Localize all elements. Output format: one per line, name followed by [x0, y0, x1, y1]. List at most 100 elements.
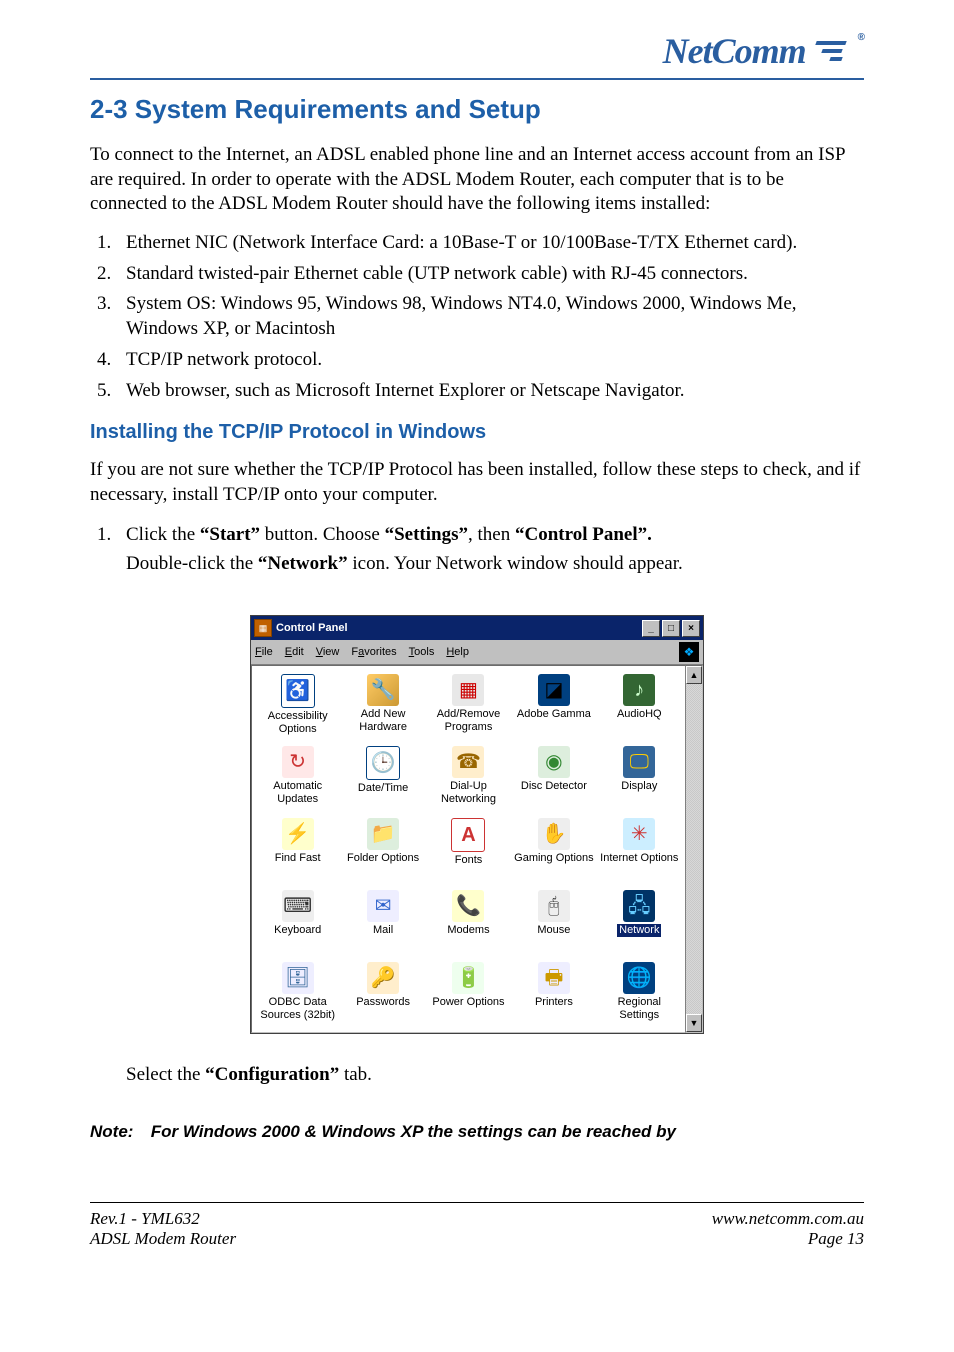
- cp-item-disc[interactable]: ◉Disc Detector: [512, 746, 595, 808]
- auto-icon: ↻: [282, 746, 314, 778]
- cp-item-pwd[interactable]: 🔑 Passwords: [341, 962, 424, 1024]
- vertical-scrollbar[interactable]: ▲ ▼: [685, 665, 703, 1033]
- brand-mark-icon: [812, 41, 852, 61]
- net-icon: 🖧: [623, 890, 655, 922]
- cp-item-odbc[interactable]: 🗄ODBC Data Sources (32bit): [256, 962, 339, 1024]
- cp-item-display[interactable]: 🖵Display: [598, 746, 681, 808]
- cp-item-gamma[interactable]: ◪Adobe Gamma: [512, 674, 595, 736]
- pwd-icon: 🔑: [367, 962, 399, 994]
- menu-view[interactable]: View: [316, 646, 340, 658]
- odbc-icon: 🗄: [282, 962, 314, 994]
- cp-item-label: Keyboard: [274, 924, 321, 937]
- cp-item-label: Adobe Gamma: [517, 708, 591, 721]
- close-button[interactable]: ×: [682, 620, 700, 637]
- modem-icon: 📞: [452, 890, 484, 922]
- cp-item-gaming[interactable]: ✋Gaming Options: [512, 818, 595, 880]
- cp-item-modem[interactable]: 📞 Modems: [427, 890, 510, 952]
- folder-icon: 📁: [367, 818, 399, 850]
- access-icon: ♿: [281, 674, 315, 708]
- cp-item-folder[interactable]: 📁 Folder Options: [341, 818, 424, 880]
- inet-icon: ✳: [623, 818, 655, 850]
- cp-item-label: Mail: [373, 924, 393, 937]
- addhw-icon: 🔧: [367, 674, 399, 706]
- cp-item-label: AudioHQ: [617, 708, 662, 721]
- menu-help[interactable]: Help: [446, 646, 469, 658]
- menu-edit[interactable]: Edit: [285, 646, 304, 658]
- scroll-down-button[interactable]: ▼: [686, 1014, 702, 1032]
- cp-item-addhw[interactable]: 🔧Add New Hardware: [341, 674, 424, 736]
- kb-icon: ⌨: [282, 890, 314, 922]
- step-1-sub: Double-click the “Network” icon. Your Ne…: [126, 553, 864, 575]
- cp-item-label: Modems: [447, 924, 489, 937]
- section-title: 2-3 System Requirements and Setup: [90, 94, 864, 125]
- power-icon: 🔋: [452, 962, 484, 994]
- menu-tools[interactable]: Tools: [409, 646, 435, 658]
- scroll-up-button[interactable]: ▲: [686, 666, 702, 684]
- note-label: Note:: [90, 1122, 146, 1142]
- cp-item-label: Internet Options: [600, 852, 678, 865]
- list-item: TCP/IP network protocol.: [116, 348, 864, 373]
- fonts-icon: A: [451, 818, 485, 852]
- cp-item-label: Power Options: [432, 996, 504, 1009]
- cp-item-label: Network: [617, 924, 661, 937]
- cp-item-label: Printers: [535, 996, 573, 1009]
- cp-item-mouse[interactable]: 🖰Mouse: [512, 890, 595, 952]
- install-title: Installing the TCP/IP Protocol in Window…: [90, 421, 864, 444]
- cp-item-power[interactable]: 🔋 Power Options: [427, 962, 510, 1024]
- brand-name: NetComm: [663, 30, 806, 72]
- menu-bar: File Edit View Favorites Tools Help ❖: [251, 640, 703, 665]
- cp-item-mail[interactable]: ✉Mail: [341, 890, 424, 952]
- minimize-button[interactable]: _: [642, 620, 660, 637]
- registered-mark: ®: [858, 32, 864, 43]
- cp-item-label: Folder Options: [347, 852, 419, 865]
- window-icon: ▦: [254, 619, 272, 637]
- list-item: System OS: Windows 95, Windows 98, Windo…: [116, 292, 864, 341]
- cp-item-fonts[interactable]: A Fonts: [427, 818, 510, 880]
- control-panel-window: ▦ Control Panel _ □ × File Edit View Fav…: [250, 615, 704, 1034]
- cp-item-find[interactable]: ⚡ Find Fast: [256, 818, 339, 880]
- cp-item-print[interactable]: 🖶 Printers: [512, 962, 595, 1024]
- cp-item-kb[interactable]: ⌨ Keyboard: [256, 890, 339, 952]
- dialup-icon: ☎: [452, 746, 484, 778]
- maximize-button[interactable]: □: [662, 620, 680, 637]
- cp-item-label: Add New Hardware: [342, 708, 423, 733]
- mouse-icon: 🖰: [538, 890, 570, 922]
- gaming-icon: ✋: [538, 818, 570, 850]
- cp-item-dialup[interactable]: ☎Dial-Up Networking: [427, 746, 510, 808]
- menu-file[interactable]: File: [255, 646, 273, 658]
- cp-item-label: Disc Detector: [521, 780, 587, 793]
- cp-item-label: Date/Time: [358, 782, 408, 795]
- print-icon: 🖶: [538, 962, 570, 994]
- cp-item-access[interactable]: ♿Accessibility Options: [256, 674, 339, 736]
- cp-item-net[interactable]: 🖧 Network: [598, 890, 681, 952]
- window-titlebar[interactable]: ▦ Control Panel _ □ ×: [251, 616, 703, 640]
- cp-item-label: Automatic Updates: [257, 780, 338, 805]
- cp-item-auto[interactable]: ↻Automatic Updates: [256, 746, 339, 808]
- menu-favorites[interactable]: Favorites: [351, 646, 396, 658]
- region-icon: 🌐: [623, 962, 655, 994]
- footer-left: Rev.1 - YML632 ADSL Modem Router: [90, 1209, 236, 1249]
- list-item: Standard twisted-pair Ethernet cable (UT…: [116, 262, 864, 287]
- note: Note: For Windows 2000 & Windows XP the …: [90, 1122, 864, 1142]
- page-footer: Rev.1 - YML632 ADSL Modem Router www.net…: [90, 1202, 864, 1249]
- display-icon: 🖵: [623, 746, 655, 778]
- cp-item-label: Fonts: [455, 854, 483, 867]
- scroll-track[interactable]: [686, 684, 702, 1014]
- brand-logo: NetComm ®: [663, 30, 864, 72]
- section-intro: To connect to the Internet, an ADSL enab…: [90, 143, 864, 217]
- cp-item-inet[interactable]: ✳ Internet Options: [598, 818, 681, 880]
- throbber-icon: ❖: [679, 642, 699, 662]
- cp-item-region[interactable]: 🌐Regional Settings: [598, 962, 681, 1024]
- find-icon: ⚡: [282, 818, 314, 850]
- list-item: Web browser, such as Microsoft Internet …: [116, 379, 864, 404]
- cp-item-label: Accessibility Options: [257, 710, 338, 735]
- cp-item-label: Find Fast: [275, 852, 321, 865]
- cp-item-label: Add/Remove Programs: [428, 708, 509, 733]
- cp-item-label: Passwords: [356, 996, 410, 1009]
- cp-item-label: Regional Settings: [599, 996, 680, 1021]
- cp-item-audio[interactable]: ♪AudioHQ: [598, 674, 681, 736]
- cp-item-date[interactable]: 🕒Date/Time: [341, 746, 424, 808]
- footer-right: www.netcomm.com.au Page 13: [712, 1209, 864, 1249]
- note-text: For Windows 2000 & Windows XP the settin…: [151, 1122, 676, 1141]
- cp-item-addrm[interactable]: ▦Add/Remove Programs: [427, 674, 510, 736]
